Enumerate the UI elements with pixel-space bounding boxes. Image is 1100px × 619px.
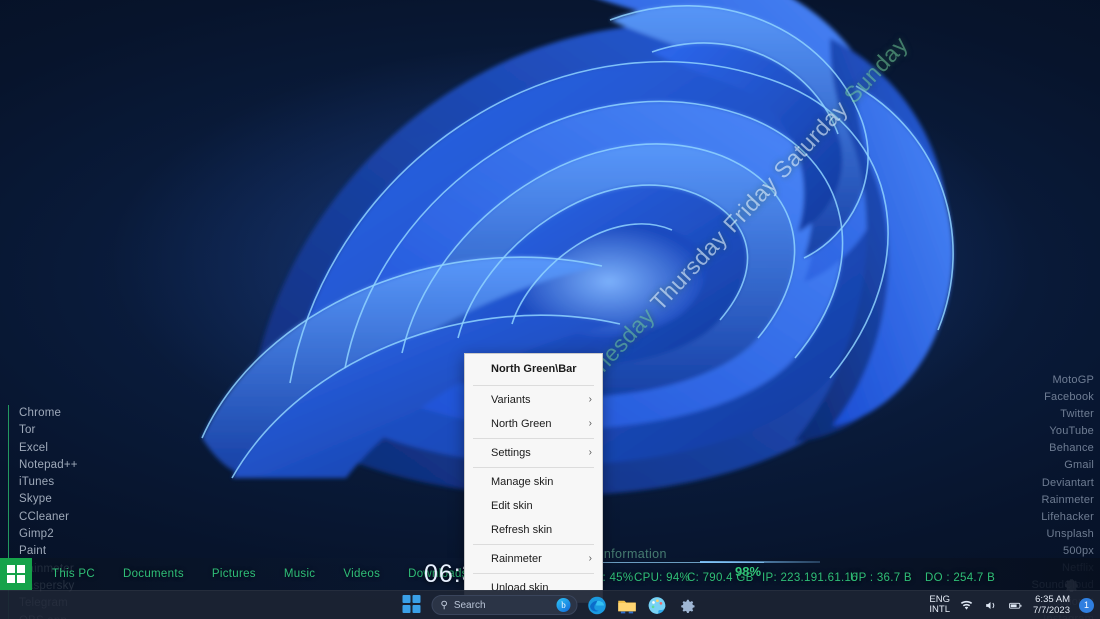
context-menu-title: North Green\Bar [465, 356, 602, 383]
app-item[interactable]: Tor [19, 422, 123, 439]
tray-time: 6:35 AM [1033, 594, 1070, 605]
search-icon: ⚲ [441, 600, 448, 611]
menu-separator [473, 438, 594, 439]
menu-separator [473, 573, 594, 574]
windows-taskbar[interactable]: ⚲ Search b ENG INTL [0, 590, 1100, 619]
taskbar-clock[interactable]: 6:35 AM 7/7/2023 [1033, 594, 1070, 616]
notification-badge[interactable]: 1 [1079, 598, 1094, 613]
menu-item-manage-skin[interactable]: Manage skin [465, 470, 602, 494]
search-placeholder: Search [454, 600, 551, 611]
link-item[interactable]: MotoGP [1008, 372, 1094, 389]
menu-item-label: North Green [491, 418, 552, 430]
language-indicator[interactable]: ENG INTL [929, 595, 950, 616]
app-item[interactable]: iTunes [19, 474, 123, 491]
folder-link-pictures[interactable]: Pictures [198, 568, 270, 580]
link-item[interactable]: Gmail [1008, 457, 1094, 474]
menu-item-settings[interactable]: Settings › [465, 441, 602, 465]
stat-download: DO : 254.7 B [925, 572, 995, 584]
battery-progress-line [700, 561, 820, 563]
stat-ip: IP: 223.191.61.16 [762, 572, 858, 584]
windows-logo-icon[interactable] [0, 558, 32, 590]
battery-icon[interactable] [1007, 599, 1024, 612]
system-tray[interactable]: ENG INTL 6:35 AM 7/7/2023 1 [929, 594, 1094, 616]
app-item[interactable]: Skype [19, 491, 123, 508]
folder-shortcut-bar[interactable]: This PC Documents Pictures Music Videos … [0, 558, 482, 590]
folder-link-music[interactable]: Music [270, 568, 330, 580]
menu-separator [473, 544, 594, 545]
menu-item-label: Rainmeter [491, 553, 542, 565]
link-item[interactable]: Deviantart [1008, 475, 1094, 492]
language-line-2: INTL [929, 605, 950, 616]
taskbar-center-group[interactable]: ⚲ Search b [403, 595, 698, 616]
link-item[interactable]: Rainmeter [1008, 492, 1094, 509]
search-input[interactable]: ⚲ Search b [432, 595, 578, 615]
menu-separator [473, 467, 594, 468]
menu-item-label: Refresh skin [491, 524, 552, 536]
menu-item-variants[interactable]: Variants › [465, 388, 602, 412]
folder-link-documents[interactable]: Documents [109, 568, 198, 580]
chevron-right-icon: › [589, 446, 592, 460]
chevron-right-icon: › [589, 393, 592, 407]
folder-link-videos[interactable]: Videos [329, 568, 394, 580]
stat-disk-c: C: 790.4 GB [687, 572, 754, 584]
link-item[interactable]: Behance [1008, 440, 1094, 457]
link-item[interactable]: Unsplash [1008, 526, 1094, 543]
menu-item-label: Variants [491, 394, 531, 406]
app-item[interactable]: Chrome [19, 405, 123, 422]
menu-item-label: Edit skin [491, 500, 533, 512]
windows-start-icon[interactable] [403, 595, 423, 615]
rainmeter-context-menu[interactable]: North Green\Bar Variants › North Green ›… [464, 353, 603, 603]
menu-item-label: Manage skin [491, 476, 553, 488]
link-item[interactable]: Lifehacker [1008, 509, 1094, 526]
desktop-wallpaper[interactable]: Wednesday Thursday Friday Saturday Sunda… [0, 0, 1100, 619]
settings-icon[interactable] [677, 595, 698, 616]
tray-date: 7/7/2023 [1033, 605, 1070, 616]
app-item[interactable]: Excel [19, 440, 123, 457]
stat-cpu: CPU: 94% [634, 572, 690, 584]
menu-item-north-green[interactable]: North Green › [465, 412, 602, 436]
link-item[interactable]: YouTube [1008, 423, 1094, 440]
menu-item-edit-skin[interactable]: Edit skin [465, 494, 602, 518]
wifi-icon[interactable] [959, 599, 974, 612]
app-item[interactable]: Gimp2 [19, 526, 123, 543]
stat-upload: UP : 36.7 B [850, 572, 912, 584]
menu-item-refresh-skin[interactable]: Refresh skin [465, 518, 602, 542]
edge-icon[interactable] [587, 595, 608, 616]
menu-item-label: Settings [491, 447, 531, 459]
paint-icon[interactable] [647, 595, 668, 616]
link-item[interactable]: Facebook [1008, 389, 1094, 406]
chevron-right-icon: › [589, 417, 592, 431]
app-item[interactable]: Notepad++ [19, 457, 123, 474]
bing-icon[interactable]: b [557, 598, 571, 612]
folder-link-this-pc[interactable]: This PC [38, 568, 109, 580]
file-explorer-icon[interactable] [617, 595, 638, 616]
chevron-right-icon: › [589, 552, 592, 566]
menu-separator [473, 385, 594, 386]
volume-icon[interactable] [983, 599, 998, 612]
menu-item-rainmeter[interactable]: Rainmeter › [465, 547, 602, 571]
link-item[interactable]: Twitter [1008, 406, 1094, 423]
app-item[interactable]: CCleaner [19, 509, 123, 526]
